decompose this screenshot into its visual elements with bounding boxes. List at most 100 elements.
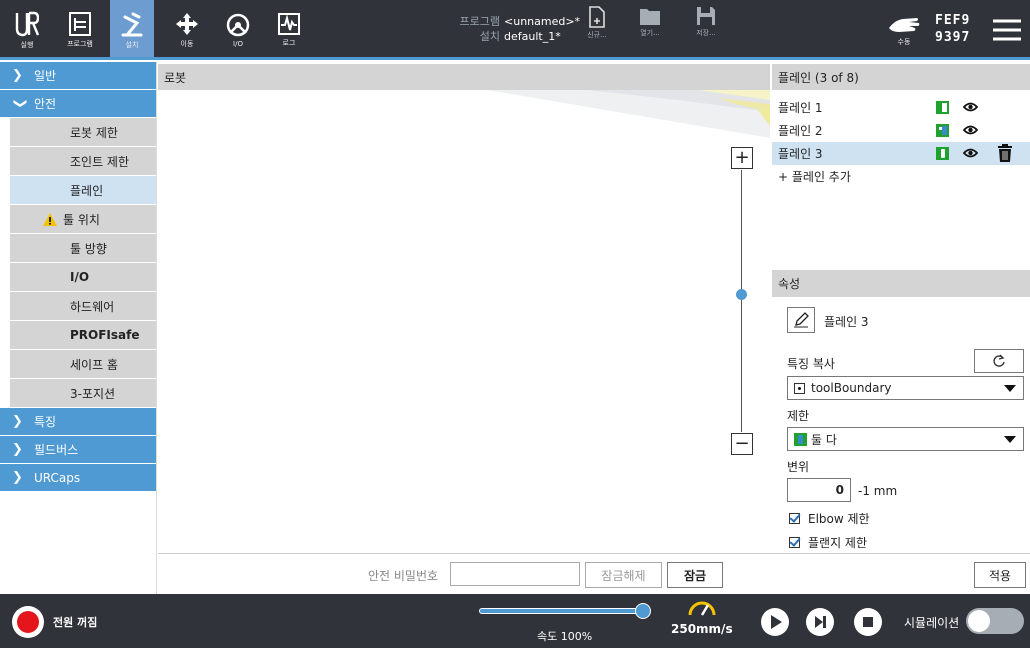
add-plane-button[interactable]: + 플레인 추가	[772, 165, 1030, 188]
run-tab-label: 실행	[20, 40, 34, 49]
planes-panel: 플레인 (3 of 8) 플레인 1 플레인 2 플레인 3 + 플레인 추가	[772, 64, 1030, 188]
nav-safe-home-label: 세이프 홈	[70, 357, 118, 372]
nav-safe-home[interactable]: 세이프 홈	[10, 350, 156, 379]
trash-icon[interactable]	[997, 144, 1013, 162]
footer-bar: 전원 꺼짐 속도 100% 250mm/s 시뮬레이션	[0, 594, 1030, 648]
restriction-label: 제한	[787, 409, 810, 423]
restriction-dropdown[interactable]: 둘 다	[787, 427, 1024, 451]
install-tab[interactable]: 설치	[110, 0, 154, 60]
install-tab-label: 설치	[125, 40, 139, 49]
ur-logo-icon	[15, 11, 39, 36]
elbow-label: Elbow 제한	[808, 512, 870, 526]
nav-robot-limits[interactable]: 로봇 제한	[10, 118, 156, 147]
chevron-right-icon: ❯	[12, 414, 23, 429]
move-tab[interactable]: 이동	[168, 0, 206, 60]
play-icon[interactable]	[761, 608, 789, 636]
nav-urcaps[interactable]: ❯ URCaps	[0, 464, 156, 492]
nav-io[interactable]: I/O	[10, 263, 156, 292]
checkbox-checked-icon	[789, 537, 800, 548]
program-info: 프로그램 <unnamed>* 설치 default_1*	[440, 14, 581, 44]
flange-checkbox[interactable]: 플랜지 제한	[789, 534, 867, 551]
nav-hardware[interactable]: 하드웨어	[10, 292, 156, 321]
zoom-out-button[interactable]: −	[731, 433, 753, 455]
stop-icon[interactable]	[854, 608, 882, 636]
safety-action-bar: 안전 비밀번호 잠금해제 잠금 적용	[158, 553, 1030, 593]
plane-row-1[interactable]: 플레인 1	[772, 96, 1030, 119]
nav-tool-direction[interactable]: 툴 방향	[10, 234, 156, 263]
lock-button[interactable]: 잠금	[667, 562, 723, 588]
robot-arm-icon	[121, 12, 143, 36]
pencil-icon	[794, 312, 809, 328]
elbow-checkbox[interactable]: Elbow 제한	[789, 510, 870, 527]
password-label: 안전 비밀번호	[368, 569, 439, 583]
refresh-copy-button[interactable]	[974, 349, 1024, 373]
save-disk-icon	[697, 7, 715, 25]
move-arrows-icon	[176, 12, 198, 35]
zoom-in-button[interactable]: +	[731, 147, 753, 169]
checkbox-checked-icon	[789, 513, 800, 524]
speed-label: 속도 100%	[537, 630, 593, 643]
nav-features[interactable]: ❯ 특징	[0, 408, 156, 436]
planes-title: 플레인 (3 of 8)	[778, 70, 859, 85]
speed-slider-track	[479, 608, 649, 614]
plane-row-label: 플레인 2	[778, 124, 823, 138]
nav-safety[interactable]: ❯ 안전	[0, 90, 156, 118]
apply-button[interactable]: 적용	[974, 562, 1026, 588]
speedometer-icon	[688, 601, 716, 616]
password-input[interactable]	[450, 562, 580, 586]
run-tab[interactable]: 실행	[8, 0, 46, 60]
add-plane-label: + 플레인 추가	[778, 170, 851, 184]
simulation-toggle[interactable]	[966, 608, 1024, 634]
log-tab[interactable]: 로그	[270, 0, 308, 60]
power-button[interactable]	[12, 606, 44, 638]
log-graph-icon	[278, 12, 300, 35]
copy-feature-dropdown[interactable]: toolBoundary	[787, 376, 1024, 400]
robot-3d-view[interactable]: + −	[158, 90, 770, 552]
program-tab[interactable]: 프로그램	[60, 0, 100, 60]
displacement-input[interactable]: 0	[787, 478, 851, 502]
program-key: 프로그램	[459, 15, 500, 28]
install-key: 설치	[479, 30, 500, 43]
properties-panel: 플레인 3 특징 복사 toolBoundary 제한 둘 다 변위 0 -1 …	[772, 297, 1030, 552]
nav-fieldbus[interactable]: ❯ 필드버스	[0, 436, 156, 464]
chevron-right-icon: ❯	[12, 470, 23, 485]
manual-mode-button[interactable]: 수동	[884, 0, 924, 60]
plane-row-3[interactable]: 플레인 3	[772, 142, 1030, 165]
io-tab[interactable]: I/O	[218, 0, 258, 60]
speed-slider-handle[interactable]	[635, 603, 651, 619]
nav-joint-limits[interactable]: 조인트 제한	[10, 147, 156, 176]
rename-button[interactable]	[787, 307, 815, 333]
nav-tool-position[interactable]: 툴 위치	[10, 205, 156, 234]
io-tab-label: I/O	[233, 39, 243, 48]
minus-icon: −	[734, 433, 750, 454]
nav-three-position[interactable]: 3-포지션	[10, 379, 156, 408]
view-title: 로봇	[164, 70, 187, 85]
save-button[interactable]: 저장...	[689, 6, 723, 56]
plane-row-2[interactable]: 플레인 2	[772, 119, 1030, 142]
plus-icon: +	[734, 147, 750, 168]
open-button[interactable]: 열기...	[633, 6, 667, 56]
nav-general-label: 일반	[34, 69, 57, 83]
eye-icon[interactable]	[963, 100, 978, 114]
nav-profisafe-label: PROFIsafe	[70, 328, 140, 342]
view-header: 로봇	[158, 64, 770, 90]
step-icon[interactable]	[806, 608, 834, 636]
zoom-slider-handle[interactable]	[736, 289, 747, 300]
unlock-button[interactable]: 잠금해제	[585, 562, 662, 588]
apply-label: 적용	[988, 568, 1012, 583]
new-button[interactable]: 신규...	[580, 6, 614, 56]
top-bar: 실행 프로그램 설치 이동 I/O 로그 프로그램 <unnamed>* 설치 de…	[0, 0, 1030, 60]
nav-planes[interactable]: 플레인	[10, 176, 156, 205]
chevron-down-icon: ❯	[12, 98, 28, 109]
serial-bottom: 9397	[935, 30, 971, 45]
eye-icon[interactable]	[963, 146, 978, 160]
menu-icon	[993, 19, 1021, 41]
eye-icon[interactable]	[963, 123, 978, 137]
hamburger-menu-button[interactable]	[990, 0, 1024, 60]
program-tree-icon	[69, 11, 91, 36]
nav-profisafe[interactable]: PROFIsafe	[10, 321, 156, 350]
copy-feature-label: 특징 복사	[787, 357, 835, 371]
displacement-unit: -1 mm	[858, 484, 898, 498]
nav-general[interactable]: ❯ 일반	[0, 62, 156, 90]
speed-slider[interactable]	[479, 603, 651, 619]
